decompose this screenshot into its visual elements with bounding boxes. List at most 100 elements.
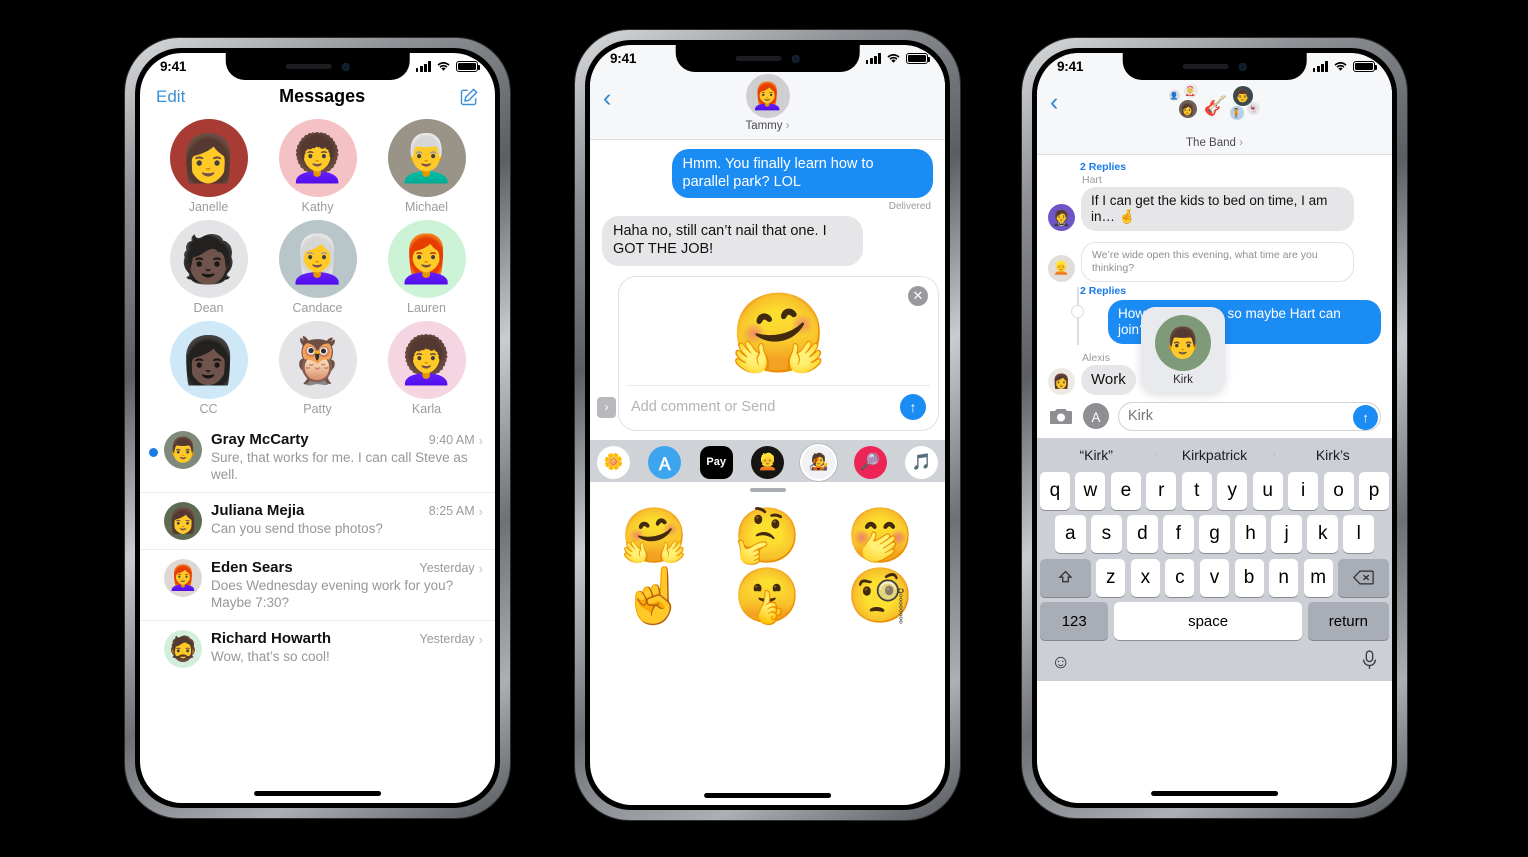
back-chevron-icon[interactable]: ‹ xyxy=(603,86,611,111)
prediction-item[interactable]: Kirk’s xyxy=(1273,447,1392,463)
sticker-item[interactable]: 🤫 xyxy=(711,568,824,625)
key-a[interactable]: a xyxy=(1054,515,1086,554)
key-m[interactable]: m xyxy=(1303,558,1333,597)
key-v[interactable]: v xyxy=(1199,558,1230,597)
key-x[interactable]: x xyxy=(1130,558,1160,597)
pinned-contact[interactable]: 🦉 Patty xyxy=(263,321,372,416)
avatar[interactable]: 👩‍🦰 xyxy=(387,220,466,298)
pinned-contact[interactable]: 👩‍🦱 Kathy xyxy=(263,119,372,214)
key-s[interactable]: s xyxy=(1091,515,1122,554)
group-avatar-cluster[interactable]: 🎸 👩 👨 🧍 👻 🤶 👤 xyxy=(1167,84,1263,136)
key-i[interactable]: i xyxy=(1288,471,1319,510)
photos-app[interactable]: 🌼 xyxy=(597,445,630,479)
pinned-contact[interactable]: 👩 Janelle xyxy=(154,119,263,214)
memoji-app[interactable]: 👱 xyxy=(750,445,784,479)
stickers-app[interactable]: 🧑‍🎤 xyxy=(802,445,836,479)
pinned-contact[interactable]: 👩‍🦳 Candace xyxy=(263,220,372,315)
shift-icon[interactable] xyxy=(1040,558,1091,597)
numeric-key[interactable]: 123 xyxy=(1040,602,1109,641)
key-w[interactable]: w xyxy=(1075,471,1106,510)
return-key[interactable]: return xyxy=(1307,602,1389,641)
compose-icon[interactable] xyxy=(459,87,479,107)
replies-badge-1[interactable]: 2 Replies xyxy=(1048,161,1381,173)
contact-name[interactable]: Tammy › xyxy=(590,120,945,132)
camera-icon[interactable] xyxy=(1048,403,1074,429)
mention-popover[interactable]: 👨 Kirk xyxy=(1141,307,1225,392)
avatar[interactable]: 👩‍🦳 xyxy=(278,220,357,298)
backspace-icon[interactable] xyxy=(1338,558,1389,597)
avatar[interactable]: 👩‍🦱 xyxy=(278,119,357,197)
avatar[interactable]: 👩🏿 xyxy=(169,321,248,399)
prediction-item[interactable]: Kirkpatrick xyxy=(1155,447,1273,463)
conversation-row[interactable]: 🧔 Richard Howarth Yesterday › Wow, that’s so… xyxy=(140,621,495,677)
sticker-item[interactable]: 🤗 xyxy=(598,507,711,565)
comment-input[interactable]: Add comment or Send xyxy=(631,399,892,415)
conversation-row[interactable]: 👩‍🦰 Eden Sears Yesterday › Does Wednesday ev… xyxy=(140,550,495,621)
key-z[interactable]: z xyxy=(1096,558,1126,597)
avatar[interactable]: 🧑🏿 xyxy=(169,220,248,298)
app-store-app[interactable]: Ａ xyxy=(648,445,682,479)
key-l[interactable]: l xyxy=(1343,515,1375,554)
conversation-row[interactable]: 👨 Gray McCarty 9:40 AM › Sure, that works fo… xyxy=(140,422,495,493)
phone-bezel: 9:41 ‹ xyxy=(1032,48,1397,808)
key-n[interactable]: n xyxy=(1269,558,1299,597)
send-arrow-icon[interactable]: ↑ xyxy=(900,393,926,420)
avatar-glyph: 👩‍🦰 xyxy=(397,233,456,285)
pinned-contact[interactable]: 👩‍🦱 Karla xyxy=(372,321,481,416)
pinned-contact[interactable]: 🧑🏿 Dean xyxy=(154,220,263,315)
key-e[interactable]: e xyxy=(1110,471,1141,510)
key-b[interactable]: b xyxy=(1234,558,1264,597)
key-h[interactable]: h xyxy=(1235,515,1266,554)
close-icon[interactable]: ✕ xyxy=(908,285,928,306)
sticker-item[interactable]: 🤭 xyxy=(824,507,937,565)
replies-badge-2[interactable]: 2 Replies xyxy=(1048,285,1381,297)
status-bar: 9:41 xyxy=(140,53,495,80)
message-bubble-ghost: We’re wide open this evening, what time … xyxy=(1081,242,1355,282)
pinned-contact[interactable]: 👩‍🦰 Lauren xyxy=(372,220,481,315)
key-q[interactable]: q xyxy=(1039,471,1070,510)
home-indicator[interactable] xyxy=(703,793,832,798)
key-k[interactable]: k xyxy=(1307,515,1338,554)
avatar[interactable]: 👩‍🦱 xyxy=(387,321,466,399)
images-app[interactable]: 🔎 xyxy=(853,445,887,479)
key-j[interactable]: j xyxy=(1271,515,1302,554)
phone-bezel: 9:41 Edit Messages xyxy=(135,48,500,808)
apple-pay-app[interactable]: Pay xyxy=(699,445,733,479)
expand-chevron-icon[interactable]: › xyxy=(597,396,616,418)
space-key[interactable]: space xyxy=(1113,602,1303,641)
avatar[interactable]: 👩‍🦰 xyxy=(745,74,790,118)
key-o[interactable]: o xyxy=(1323,471,1354,510)
key-p[interactable]: p xyxy=(1359,471,1390,510)
pinned-contact[interactable]: 👩🏿 CC xyxy=(154,321,263,416)
key-c[interactable]: c xyxy=(1165,558,1195,597)
apps-icon[interactable]: Ａ xyxy=(1083,403,1109,430)
key-r[interactable]: r xyxy=(1146,471,1177,510)
conversation-row[interactable]: 👩 Juliana Mejia 8:25 AM › Can you send those… xyxy=(140,493,495,550)
sticker-item[interactable]: ☝️ xyxy=(598,568,711,625)
key-g[interactable]: g xyxy=(1199,515,1230,554)
home-indicator[interactable] xyxy=(253,791,382,796)
home-indicator[interactable] xyxy=(1150,791,1279,796)
contact-name: Kathy xyxy=(301,200,334,214)
key-t[interactable]: t xyxy=(1181,471,1212,510)
back-chevron-icon[interactable]: ‹ xyxy=(1050,90,1058,115)
music-app[interactable]: 🎵 xyxy=(904,445,938,479)
avatar[interactable]: 🦉 xyxy=(278,321,357,399)
sticker-item[interactable]: 🤔 xyxy=(711,507,824,565)
group-name[interactable]: The Band › xyxy=(1037,137,1392,149)
avatar[interactable]: 👨‍🦳 xyxy=(387,119,466,197)
prediction-item[interactable]: “Kirk” xyxy=(1037,447,1155,463)
avatar[interactable]: 👩 xyxy=(169,119,248,197)
pinned-contact[interactable]: 👨‍🦳 Michael xyxy=(372,119,481,214)
key-u[interactable]: u xyxy=(1252,471,1283,510)
sticker-item[interactable]: 🧐 xyxy=(824,568,937,625)
send-arrow-icon[interactable]: ↑ xyxy=(1353,404,1378,430)
microphone-icon[interactable] xyxy=(1361,650,1378,677)
emoji-icon[interactable]: ☺ xyxy=(1051,652,1070,674)
key-f[interactable]: f xyxy=(1163,515,1194,554)
key-y[interactable]: y xyxy=(1217,471,1248,510)
key-d[interactable]: d xyxy=(1127,515,1158,554)
wifi-icon xyxy=(1334,62,1347,71)
message-text-field[interactable]: Kirk ↑ xyxy=(1118,401,1381,431)
edit-button[interactable]: Edit xyxy=(156,87,185,107)
